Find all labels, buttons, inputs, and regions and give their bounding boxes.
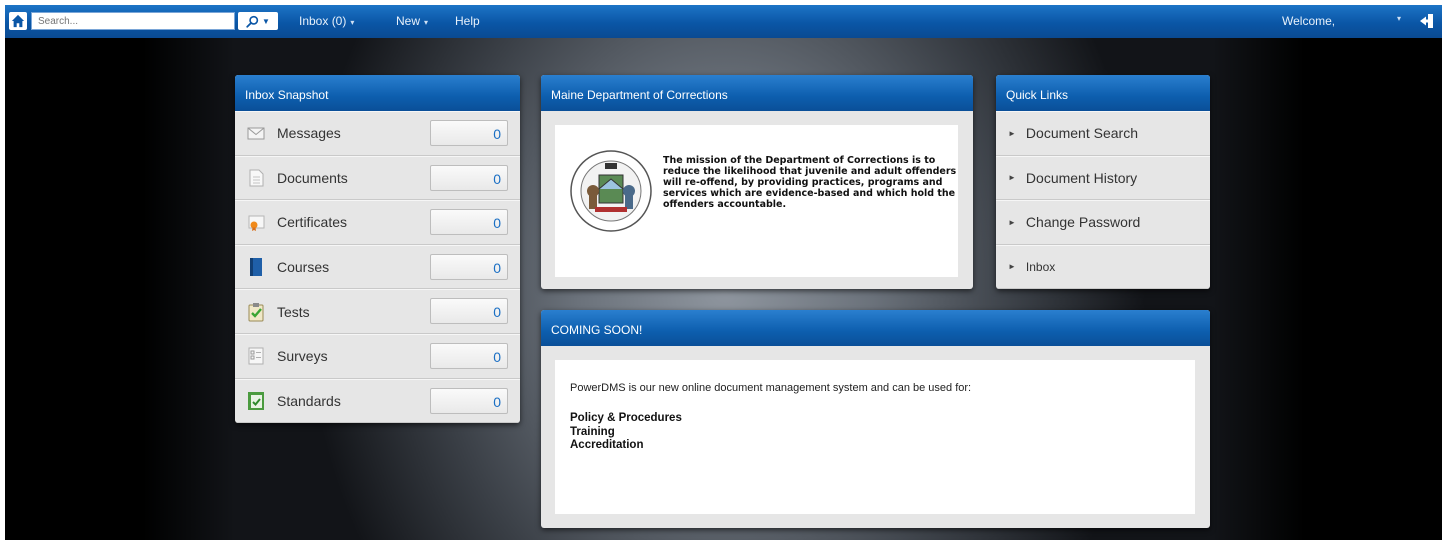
quick-link-label: Inbox bbox=[1025, 259, 1056, 274]
quick-link-change-password[interactable]: ► Change Password bbox=[996, 200, 1210, 245]
search-input[interactable] bbox=[31, 12, 235, 30]
documents-count[interactable]: 0 bbox=[430, 164, 508, 191]
search-icon bbox=[246, 15, 259, 28]
certificates-count[interactable]: 0 bbox=[430, 209, 508, 236]
standards-icon bbox=[248, 391, 264, 410]
surveys-count[interactable]: 0 bbox=[430, 342, 508, 369]
quick-link-document-history[interactable]: ► Document History bbox=[996, 155, 1210, 200]
inbox-row-certificates[interactable]: Certificates 0 bbox=[235, 200, 520, 245]
home-icon bbox=[11, 14, 25, 28]
inbox-row-standards[interactable]: Standards 0 bbox=[235, 378, 520, 423]
coming-soon-item: Policy & Procedures bbox=[570, 412, 682, 424]
mission-title: Maine Department of Corrections bbox=[541, 75, 973, 111]
nav-inbox-label: Inbox (0) bbox=[299, 14, 347, 28]
inbox-row-messages[interactable]: Messages 0 bbox=[235, 111, 520, 156]
envelope-icon bbox=[247, 127, 265, 140]
book-icon bbox=[250, 258, 262, 277]
certificate-icon bbox=[248, 215, 265, 232]
quick-link-inbox[interactable]: ► Inbox bbox=[996, 244, 1210, 289]
quick-link-label: Document History bbox=[1025, 169, 1138, 186]
search-options-caret-icon: ▼ bbox=[262, 16, 270, 26]
inbox-snapshot-title: Inbox Snapshot bbox=[235, 75, 520, 111]
coming-soon-panel: COMING SOON! PowerDMS is our new online … bbox=[541, 310, 1210, 528]
inbox-row-courses[interactable]: Courses 0 bbox=[235, 244, 520, 290]
messages-count[interactable]: 0 bbox=[430, 120, 508, 146]
quick-links-panel: Quick Links ► Document Search ► Document… bbox=[996, 75, 1210, 289]
bullet-arrow-icon: ► bbox=[1008, 262, 1016, 272]
inbox-row-surveys[interactable]: Surveys 0 bbox=[235, 333, 520, 379]
courses-count[interactable]: 0 bbox=[430, 253, 508, 280]
coming-soon-item: Accreditation bbox=[570, 439, 644, 451]
quick-link-document-search[interactable]: ► Document Search bbox=[996, 111, 1210, 156]
standards-count[interactable]: 0 bbox=[430, 387, 508, 414]
survey-icon bbox=[248, 347, 264, 365]
nav-help-label: Help bbox=[455, 14, 480, 28]
chevron-down-icon: ▾ bbox=[424, 18, 429, 27]
user-menu-caret-icon[interactable]: ▾ bbox=[1397, 14, 1401, 23]
quick-links-title: Quick Links bbox=[996, 75, 1210, 111]
quick-link-label: Change Password bbox=[1025, 214, 1141, 231]
app-window: ▼ Inbox (0)▾ New▾ Help Welcome, ▾ Inbox … bbox=[5, 5, 1442, 540]
inbox-row-documents[interactable]: Documents 0 bbox=[235, 155, 520, 201]
welcome-user-menu[interactable]: Welcome, bbox=[1282, 14, 1335, 28]
quick-link-label: Document Search bbox=[1025, 125, 1138, 142]
inbox-row-tests[interactable]: Tests 0 bbox=[235, 289, 520, 334]
state-seal-icon bbox=[570, 150, 652, 232]
logout-icon[interactable] bbox=[1419, 12, 1435, 30]
nav-inbox-menu[interactable]: Inbox (0) ▾ bbox=[299, 14, 354, 28]
inbox-snapshot-panel: Inbox Snapshot Messages 0 Documents 0 Ce… bbox=[235, 75, 520, 423]
top-navigation-bar: ▼ Inbox (0)▾ New▾ Help Welcome, ▾ bbox=[5, 5, 1442, 38]
bullet-arrow-icon: ► bbox=[1008, 173, 1016, 183]
coming-soon-intro: PowerDMS is our new online document mana… bbox=[570, 382, 972, 394]
coming-soon-title: COMING SOON! bbox=[541, 310, 1210, 346]
tests-count[interactable]: 0 bbox=[430, 298, 508, 325]
document-icon bbox=[249, 169, 264, 187]
search-button[interactable]: ▼ bbox=[238, 12, 278, 30]
mission-statement: The mission of the Department of Correct… bbox=[663, 155, 957, 210]
nav-new-menu[interactable]: New ▾ bbox=[396, 14, 428, 28]
nav-help-link[interactable]: Help bbox=[455, 14, 480, 28]
mission-panel: Maine Department of Corrections The miss… bbox=[541, 75, 973, 289]
welcome-label: Welcome, bbox=[1282, 14, 1336, 28]
home-button[interactable] bbox=[9, 12, 27, 30]
mission-content: The mission of the Department of Correct… bbox=[555, 125, 958, 277]
coming-soon-item: Training bbox=[570, 425, 615, 438]
test-clipboard-icon bbox=[248, 302, 264, 322]
coming-soon-content: PowerDMS is our new online document mana… bbox=[555, 360, 1195, 514]
coming-soon-list: Policy & Procedures Training Accreditati… bbox=[570, 412, 682, 453]
bullet-arrow-icon: ► bbox=[1008, 128, 1016, 138]
nav-new-label: New bbox=[396, 14, 421, 28]
bullet-arrow-icon: ► bbox=[1008, 217, 1016, 227]
chevron-down-icon: ▾ bbox=[350, 18, 355, 27]
